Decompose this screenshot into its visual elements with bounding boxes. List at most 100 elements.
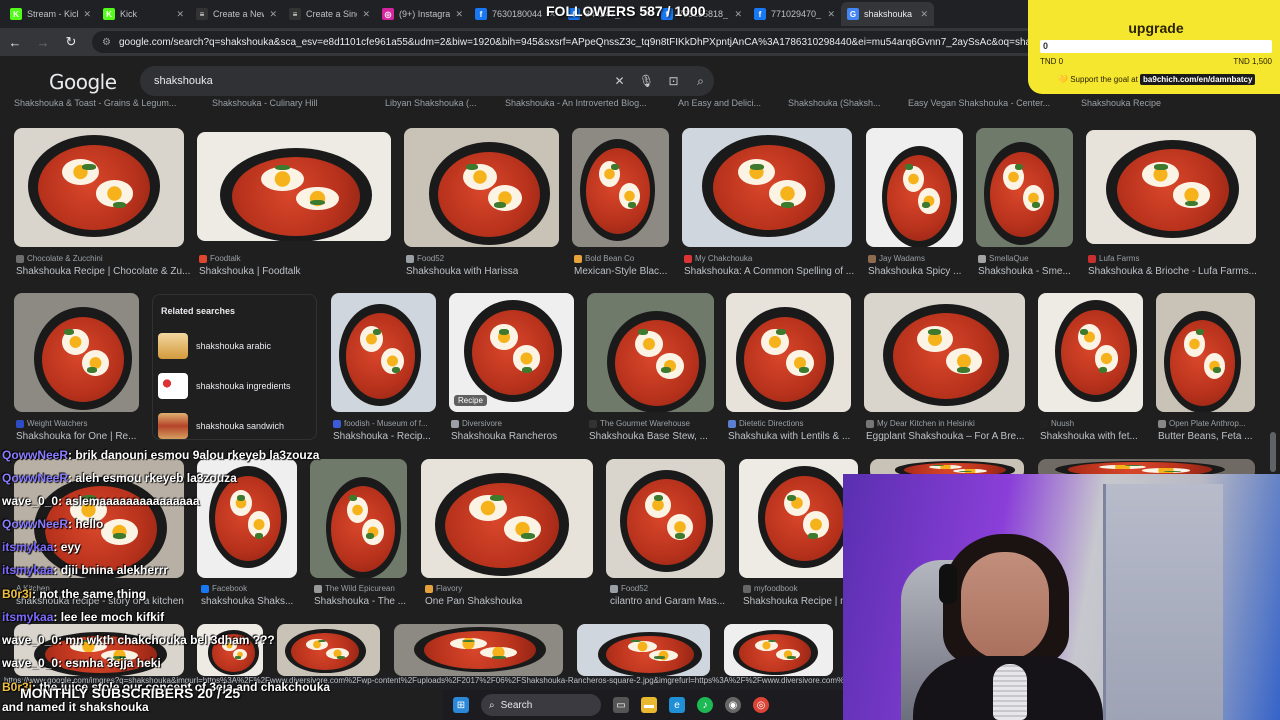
result-title[interactable]: Shakshouka Base Stew, ... (589, 431, 708, 442)
result-thumbnail[interactable] (310, 459, 407, 578)
result-title[interactable]: Shakshouka for One | Re... (16, 431, 136, 442)
close-icon[interactable]: ✕ (734, 9, 742, 20)
result-title[interactable]: Shakshouka with fet... (1040, 431, 1138, 442)
result-thumbnail[interactable] (577, 624, 710, 676)
result-thumbnail[interactable] (682, 128, 852, 247)
result-source[interactable]: The Gourmet Warehouse (589, 419, 690, 428)
result-source[interactable]: Lufa Farms (1088, 254, 1139, 263)
close-icon[interactable]: ✕ (269, 9, 277, 20)
search-input[interactable]: shakshouka (154, 75, 606, 87)
result-source[interactable]: Facebook (201, 584, 247, 593)
result-thumbnail[interactable] (726, 293, 851, 412)
related-search-item[interactable]: shakshouka arabic (158, 329, 313, 363)
address-bar[interactable]: ⚙ google.com/search?q=shakshouka&sca_esv… (92, 31, 1052, 53)
result-source[interactable]: Chocolate & Zucchini (16, 254, 103, 263)
browser-tab[interactable]: ◎ (9+) Instagram ✕ (376, 2, 469, 26)
result-title[interactable]: Shakshouka - The ... (314, 596, 406, 607)
browser-tab[interactable]: ≡ Create a Sing ✕ (283, 2, 376, 26)
result-title[interactable]: shakshouka Shaks... (201, 596, 293, 607)
result-source[interactable]: Food52 (406, 254, 444, 263)
result-source[interactable]: Bold Bean Co (574, 254, 634, 263)
result-title[interactable]: Shakshouka & Brioche - Lufa Farms... (1088, 266, 1257, 277)
result-thumbnail[interactable] (404, 128, 559, 247)
result-source[interactable]: Flavory (425, 584, 462, 593)
browser-tab[interactable]: Gshakshouka ✕ (841, 2, 934, 26)
spotify-icon[interactable]: ♪ (697, 697, 713, 713)
file-explorer-icon[interactable]: ▬ (641, 697, 657, 713)
lens-icon[interactable]: ⊡ (660, 74, 687, 88)
result-caption[interactable]: Shakshouka (Shaksh... (788, 98, 881, 108)
result-title[interactable]: Shakshouka: A Common Spelling of ... (684, 266, 854, 277)
clear-icon[interactable]: ✕ (606, 74, 633, 88)
result-title[interactable]: Shakshuka with Lentils & ... (728, 431, 850, 442)
back-icon[interactable]: ← (8, 35, 22, 50)
result-title[interactable]: Mexican-Style Blac... (574, 266, 667, 277)
search-icon[interactable]: ⌕ (687, 74, 714, 89)
result-thumbnail[interactable] (1086, 130, 1256, 244)
result-title[interactable]: Shakshouka Recipe | m (743, 596, 848, 607)
edge-icon[interactable]: e (669, 697, 685, 713)
result-source[interactable]: Jay Wadams (868, 254, 925, 263)
browser-tab[interactable]: ≡ Create a New ✕ (190, 2, 283, 26)
result-source[interactable]: Food52 (610, 584, 648, 593)
related-search-item[interactable]: shakshouka ingredients (158, 369, 313, 403)
result-thumbnail[interactable] (331, 293, 436, 412)
close-icon[interactable]: ✕ (362, 9, 370, 20)
result-thumbnail[interactable] (277, 624, 380, 676)
task-view-icon[interactable]: ▭ (613, 697, 629, 713)
chrome-icon[interactable]: ◎ (753, 697, 769, 713)
result-caption[interactable]: Shakshouka - An Introverted Blog... (505, 98, 647, 108)
result-title[interactable]: Shakshouka | Foodtalk (199, 266, 301, 277)
close-icon[interactable]: ✕ (455, 9, 463, 20)
result-thumbnail[interactable] (197, 624, 263, 676)
result-thumbnail[interactable] (739, 459, 858, 578)
result-thumbnail[interactable] (587, 293, 714, 412)
result-title[interactable]: cilantro and Garam Mas... (610, 596, 725, 607)
browser-tab[interactable]: f 771029470_ ✕ (748, 2, 841, 26)
result-title[interactable]: Shakshouka Rancheros (451, 431, 557, 442)
result-title[interactable]: One Pan Shakshouka (425, 596, 522, 607)
site-info-icon[interactable]: ⚙ (102, 37, 111, 48)
result-source[interactable]: foodish - Museum of f... (333, 419, 428, 428)
reload-icon[interactable]: ↻ (64, 34, 78, 50)
result-title[interactable]: Shakshouka with Harissa (406, 266, 518, 277)
result-source[interactable]: Nuush (1040, 419, 1074, 428)
voice-search-icon[interactable]: 🎙 (633, 74, 660, 88)
result-thumbnail[interactable] (864, 293, 1025, 412)
result-thumbnail[interactable] (394, 624, 563, 676)
result-thumbnail[interactable] (1038, 293, 1143, 412)
page-scrollbar[interactable] (1270, 432, 1276, 472)
result-thumbnail[interactable] (14, 128, 184, 247)
result-thumbnail[interactable] (724, 624, 833, 676)
result-thumbnail[interactable] (421, 459, 593, 578)
result-title[interactable]: Shakshouka Recipe | Chocolate & Zu... (16, 266, 190, 277)
result-title[interactable]: Butter Beans, Feta ... (1158, 431, 1253, 442)
google-logo[interactable]: Google (49, 70, 117, 94)
result-caption[interactable]: Shakshouka & Toast - Grains & Legum... (14, 98, 176, 108)
result-thumbnail[interactable] (866, 128, 963, 247)
result-thumbnail[interactable] (14, 293, 139, 412)
search-box[interactable]: shakshouka ✕ 🎙 ⊡ ⌕ (140, 66, 714, 96)
result-source[interactable]: My Dear Kitchen in Helsinki (866, 419, 975, 428)
result-thumbnail[interactable] (572, 128, 669, 247)
result-title[interactable]: Shakshouka Spicy ... (868, 266, 961, 277)
windows-start-icon[interactable]: ⊞ (453, 697, 469, 713)
result-source[interactable]: The Wild Epicurean (314, 584, 395, 593)
result-caption[interactable]: Shakshouka - Culinary Hill (212, 98, 318, 108)
result-source[interactable]: Open Plate Anthrop... (1158, 419, 1246, 428)
result-thumbnail[interactable] (1156, 293, 1255, 412)
result-source[interactable]: SmellaQue (978, 254, 1029, 263)
result-source[interactable]: My Chakchouka (684, 254, 752, 263)
obs-icon[interactable]: ◉ (725, 697, 741, 713)
result-title[interactable]: Eggplant Shakshouka – For A Bre... (866, 431, 1024, 442)
close-icon[interactable]: ✕ (827, 9, 835, 20)
result-thumbnail[interactable] (606, 459, 725, 578)
result-caption[interactable]: Easy Vegan Shakshouka - Center... (908, 98, 1050, 108)
result-title[interactable]: Shakshouka - Recip... (333, 431, 431, 442)
result-thumbnail[interactable] (976, 128, 1073, 247)
result-caption[interactable]: An Easy and Delici... (678, 98, 761, 108)
browser-tab[interactable]: K Stream - Kick ✕ (4, 2, 97, 26)
close-icon[interactable]: ✕ (83, 9, 91, 20)
close-icon[interactable]: ✕ (920, 9, 928, 20)
close-icon[interactable]: ✕ (176, 9, 184, 20)
